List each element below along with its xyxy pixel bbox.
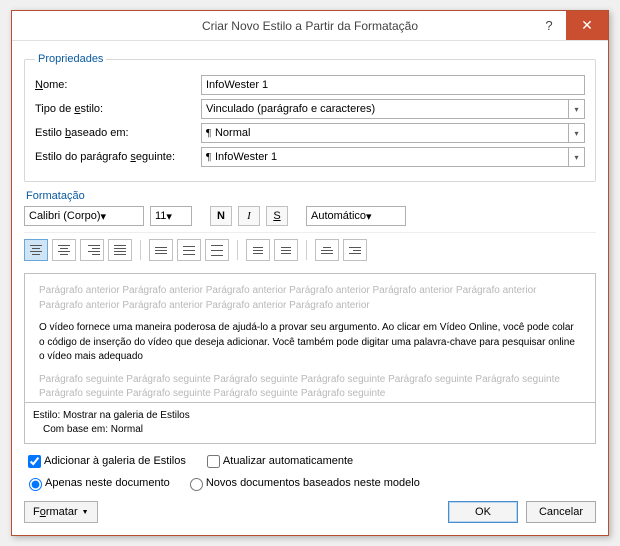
- separator: [306, 240, 307, 260]
- formatting-legend: Formatação: [26, 190, 596, 202]
- name-input[interactable]: [201, 75, 585, 95]
- new-docs-radio[interactable]: Novos documentos baseados neste modelo: [185, 477, 420, 489]
- paragraph-toolbar: [24, 232, 596, 267]
- align-left-button[interactable]: [24, 239, 48, 261]
- font-size-select[interactable]: 11 ▾: [150, 206, 192, 226]
- chevron-down-icon: ▾: [366, 210, 372, 223]
- preview-before-text: Parágrafo anterior Parágrafo anterior Pa…: [39, 284, 581, 313]
- dialog-footer: Formatar ▼ OK Cancelar: [24, 501, 596, 523]
- format-dropdown-button[interactable]: Formatar ▼: [24, 501, 98, 523]
- align-right-button[interactable]: [80, 239, 104, 261]
- pilcrow-icon: ¶: [206, 127, 211, 139]
- font-name-select[interactable]: Calibri (Corpo) ▾: [24, 206, 144, 226]
- based-on-label: Estilo baseado em:: [35, 127, 195, 139]
- titlebar: Criar Novo Estilo a Partir da Formatação…: [12, 11, 608, 41]
- add-to-gallery-checkbox[interactable]: Adicionar à galeria de Estilos: [24, 455, 186, 467]
- style-type-value: Vinculado (parágrafo e caracteres): [206, 103, 375, 115]
- indent-increase-button[interactable]: [343, 239, 367, 261]
- font-name-value: Calibri (Corpo): [29, 210, 101, 222]
- separator: [237, 240, 238, 260]
- summary-line-2: Com base em: Normal: [33, 423, 587, 437]
- ok-button[interactable]: OK: [448, 501, 518, 523]
- font-color-value: Automático: [311, 210, 366, 222]
- line-spacing-15-button[interactable]: [177, 239, 201, 261]
- font-color-select[interactable]: Automático ▾: [306, 206, 406, 226]
- only-this-doc-radio[interactable]: Apenas neste documento: [24, 477, 170, 489]
- chevron-down-icon: ▾: [166, 210, 172, 223]
- summary-line-1: Estilo: Mostrar na galeria de Estilos: [33, 409, 587, 423]
- preview-main-text: O vídeo fornece uma maneira poderosa de …: [39, 321, 581, 365]
- close-button[interactable]: ✕: [566, 11, 608, 40]
- name-label: Nome:: [35, 79, 195, 91]
- properties-group: Propriedades Nome: Tipo de estilo: Vincu…: [24, 53, 596, 182]
- chevron-down-icon: ▾: [568, 100, 584, 118]
- underline-button[interactable]: S: [266, 206, 288, 226]
- dialog-title: Criar Novo Estilo a Partir da Formatação: [12, 19, 608, 33]
- next-style-select[interactable]: ¶ InfoWester 1 ▾: [201, 147, 585, 167]
- style-type-select[interactable]: Vinculado (parágrafo e caracteres) ▾: [201, 99, 585, 119]
- preview-after-text: Parágrafo seguinte Parágrafo seguinte Pa…: [39, 373, 581, 402]
- italic-button[interactable]: I: [238, 206, 260, 226]
- next-style-value: InfoWester 1: [215, 151, 277, 163]
- space-before-decrease-button[interactable]: [274, 239, 298, 261]
- bold-button[interactable]: N: [210, 206, 232, 226]
- options-row-1: Adicionar à galeria de Estilos Atualizar…: [24, 452, 596, 471]
- chevron-down-icon: ▾: [568, 148, 584, 166]
- font-toolbar: Calibri (Corpo) ▾ 11 ▾ N I S Automático …: [24, 206, 596, 226]
- cancel-button[interactable]: Cancelar: [526, 501, 596, 523]
- indent-decrease-button[interactable]: [315, 239, 339, 261]
- line-spacing-2-button[interactable]: [205, 239, 229, 261]
- line-spacing-1-button[interactable]: [149, 239, 173, 261]
- help-button[interactable]: ?: [532, 11, 566, 40]
- align-center-button[interactable]: [52, 239, 76, 261]
- align-justify-button[interactable]: [108, 239, 132, 261]
- properties-legend: Propriedades: [35, 53, 106, 65]
- chevron-down-icon: ▼: [82, 509, 89, 516]
- based-on-value: Normal: [215, 127, 250, 139]
- separator: [140, 240, 141, 260]
- chevron-down-icon: ▾: [101, 210, 107, 223]
- type-label: Tipo de estilo:: [35, 103, 195, 115]
- preview-pane: Parágrafo anterior Parágrafo anterior Pa…: [24, 273, 596, 403]
- space-before-increase-button[interactable]: [246, 239, 270, 261]
- dialog-window: Criar Novo Estilo a Partir da Formatação…: [11, 10, 609, 536]
- style-summary: Estilo: Mostrar na galeria de Estilos Co…: [24, 403, 596, 444]
- auto-update-checkbox[interactable]: Atualizar automaticamente: [203, 455, 353, 467]
- next-style-label: Estilo do parágrafo seguinte:: [35, 151, 195, 163]
- font-size-value: 11: [155, 210, 166, 222]
- based-on-select[interactable]: ¶ Normal ▾: [201, 123, 585, 143]
- options-row-2: Apenas neste documento Novos documentos …: [24, 475, 596, 491]
- chevron-down-icon: ▾: [568, 124, 584, 142]
- pilcrow-icon: ¶: [206, 151, 211, 163]
